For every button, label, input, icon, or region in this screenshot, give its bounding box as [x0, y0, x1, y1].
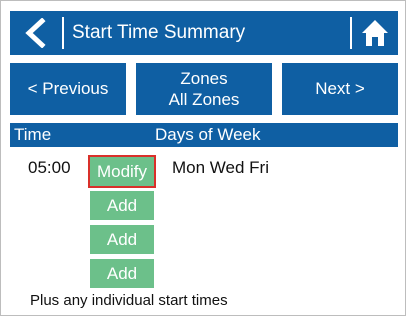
- zones-value: All Zones: [168, 90, 240, 109]
- title-divider-left: [62, 17, 64, 49]
- add-button-3[interactable]: Add: [90, 259, 154, 288]
- footer-note: Plus any individual start times: [30, 292, 228, 309]
- previous-button[interactable]: < Previous: [10, 63, 126, 115]
- next-button[interactable]: Next >: [282, 63, 398, 115]
- zones-button[interactable]: Zones All Zones: [136, 63, 272, 115]
- screen-frame: Start Time Summary < Previous Zones All …: [0, 0, 406, 316]
- nav-row: < Previous Zones All Zones Next >: [10, 63, 398, 115]
- add-button-2[interactable]: Add: [90, 225, 154, 254]
- start-time-value: 05:00: [28, 158, 71, 177]
- header-time: Time: [14, 125, 52, 144]
- table-header: Time Days of Week: [10, 123, 398, 147]
- title-bar: Start Time Summary: [10, 11, 398, 55]
- add-button-1[interactable]: Add: [90, 191, 154, 220]
- header-days: Days of Week: [155, 125, 261, 144]
- zones-label: Zones: [180, 69, 228, 88]
- home-button[interactable]: [352, 11, 398, 55]
- back-button[interactable]: [10, 11, 60, 55]
- modify-button[interactable]: Modify: [88, 155, 156, 188]
- chevron-left-icon: [25, 18, 46, 48]
- page-title: Start Time Summary: [72, 22, 246, 43]
- home-icon: [362, 20, 388, 46]
- days-of-week-value: Mon Wed Fri: [172, 158, 269, 177]
